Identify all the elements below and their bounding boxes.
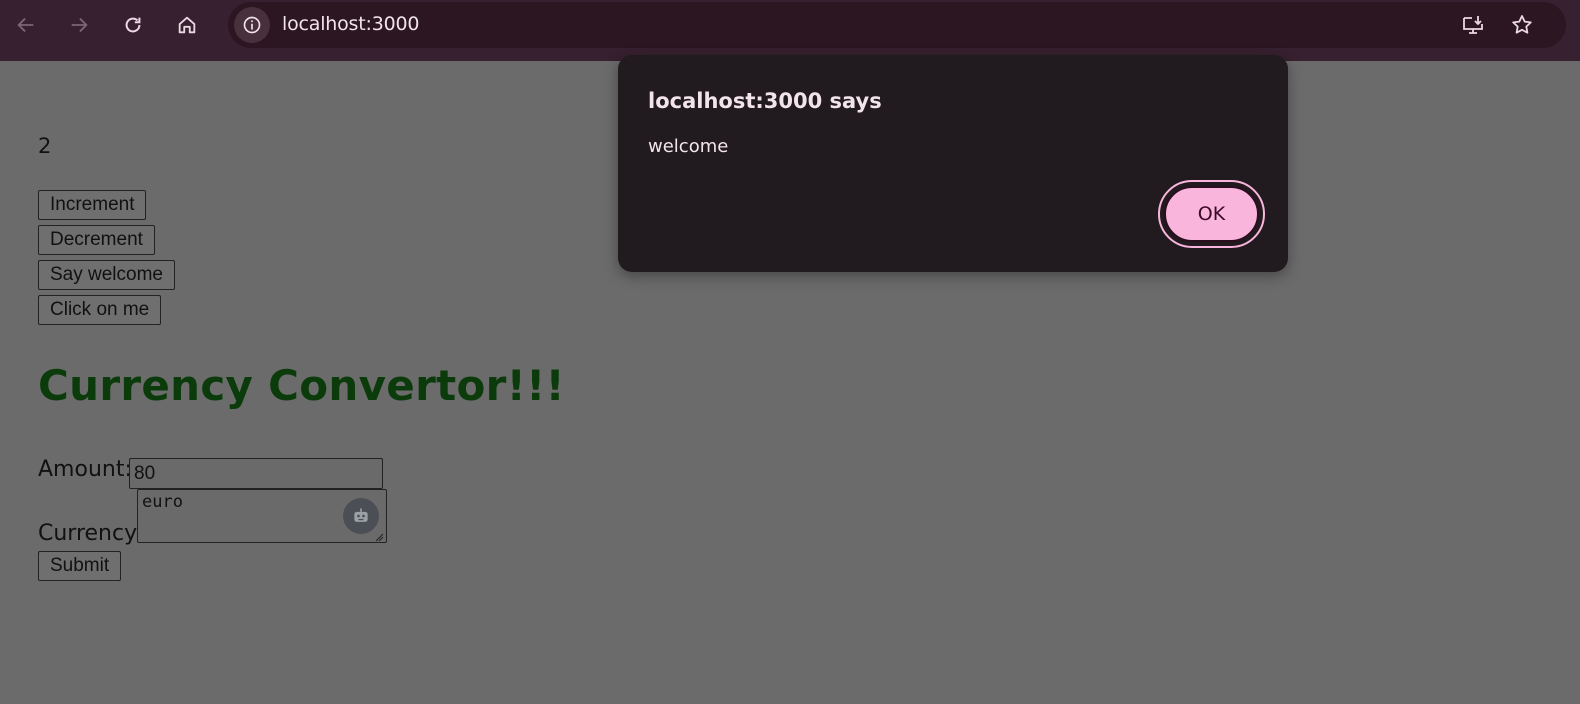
bookmark-button[interactable] — [1504, 7, 1540, 43]
increment-button[interactable]: Increment — [38, 190, 147, 220]
alert-dialog: localhost:3000 says welcome OK — [618, 55, 1288, 272]
amount-input[interactable]: 80 — [129, 458, 383, 489]
writing-assistant-button[interactable] — [343, 498, 379, 534]
dialog-message: welcome — [648, 136, 729, 157]
site-info-button[interactable] — [234, 7, 270, 43]
amount-label: Amount: — [38, 457, 132, 482]
star-icon — [1512, 15, 1532, 34]
install-app-icon — [1463, 16, 1483, 34]
robot-icon — [354, 508, 368, 522]
address-bar[interactable]: localhost:3000 — [228, 2, 1566, 48]
counter-value: 2 — [38, 134, 52, 158]
back-button[interactable] — [8, 7, 44, 43]
reload-icon — [125, 17, 141, 33]
decrement-button[interactable]: Decrement — [38, 225, 155, 255]
info-icon — [243, 16, 261, 34]
install-app-button[interactable] — [1455, 7, 1491, 43]
click-on-me-button[interactable]: Click on me — [38, 295, 162, 325]
submit-button[interactable]: Submit — [38, 551, 122, 581]
dialog-title: localhost:3000 says — [648, 89, 882, 113]
ok-focus-ring: OK — [1158, 180, 1265, 248]
ok-button[interactable]: OK — [1164, 186, 1259, 242]
currency-label: Currency: — [38, 521, 143, 546]
browser-toolbar: localhost:3000 — [0, 0, 1580, 61]
home-icon — [178, 16, 196, 34]
url-text[interactable]: localhost:3000 — [282, 13, 419, 35]
page-title: Currency Convertor!!! — [38, 361, 565, 410]
resize-grip-icon[interactable] — [374, 532, 384, 542]
forward-button[interactable] — [61, 7, 97, 43]
arrow-right-icon — [71, 17, 88, 33]
reload-button[interactable] — [115, 7, 151, 43]
home-button[interactable] — [169, 7, 205, 43]
arrow-left-icon — [17, 17, 34, 33]
say-welcome-button[interactable]: Say welcome — [38, 260, 175, 290]
